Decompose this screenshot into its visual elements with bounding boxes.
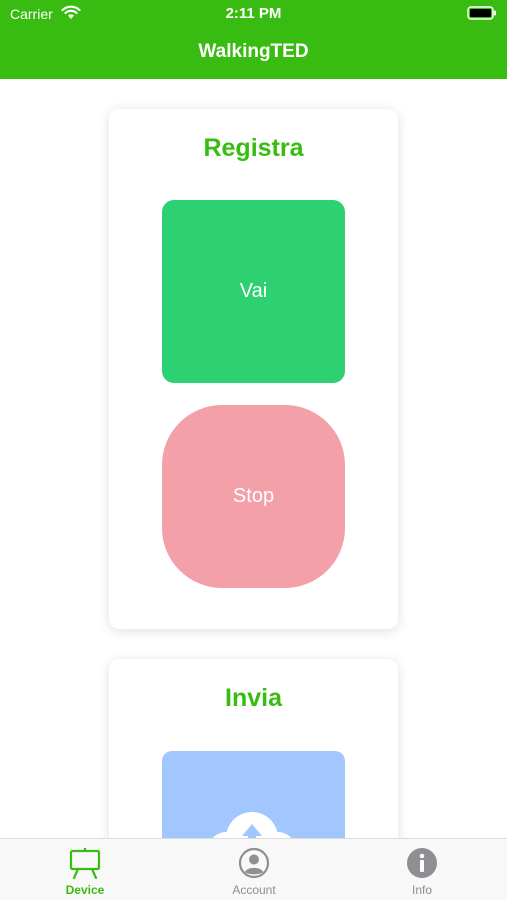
register-card-title: Registra: [203, 134, 304, 162]
top-bar: Carrier 2:11 PM WalkingTED: [0, 0, 507, 79]
tab-account[interactable]: Account: [194, 839, 314, 900]
cloud-upload-icon: [212, 812, 292, 838]
send-card-title: Invia: [225, 684, 282, 712]
tab-device[interactable]: Device: [25, 839, 145, 900]
page-title: WalkingTED: [198, 41, 309, 62]
go-button-label: Vai: [239, 280, 268, 302]
easel-icon: [69, 848, 101, 879]
send-card: Invia: [109, 659, 398, 838]
tab-device-label: Device: [65, 883, 105, 897]
battery-icon: [467, 6, 496, 20]
main-content[interactable]: Registra Vai Stop Invia: [0, 79, 507, 838]
tab-info-label: Info: [411, 883, 432, 897]
person-circle-icon: [238, 847, 270, 879]
register-card: Registra Vai Stop: [109, 109, 398, 629]
tab-info[interactable]: Info: [362, 839, 482, 900]
stop-button-label: Stop: [232, 485, 275, 507]
upload-button[interactable]: [162, 751, 345, 838]
clock: 2:11 PM: [225, 5, 282, 22]
stop-button[interactable]: Stop: [162, 405, 345, 588]
go-button[interactable]: Vai: [162, 200, 345, 383]
tab-bar: Device Account Info: [0, 838, 507, 900]
tab-account-label: Account: [232, 883, 276, 897]
info-circle-icon: [407, 848, 437, 878]
